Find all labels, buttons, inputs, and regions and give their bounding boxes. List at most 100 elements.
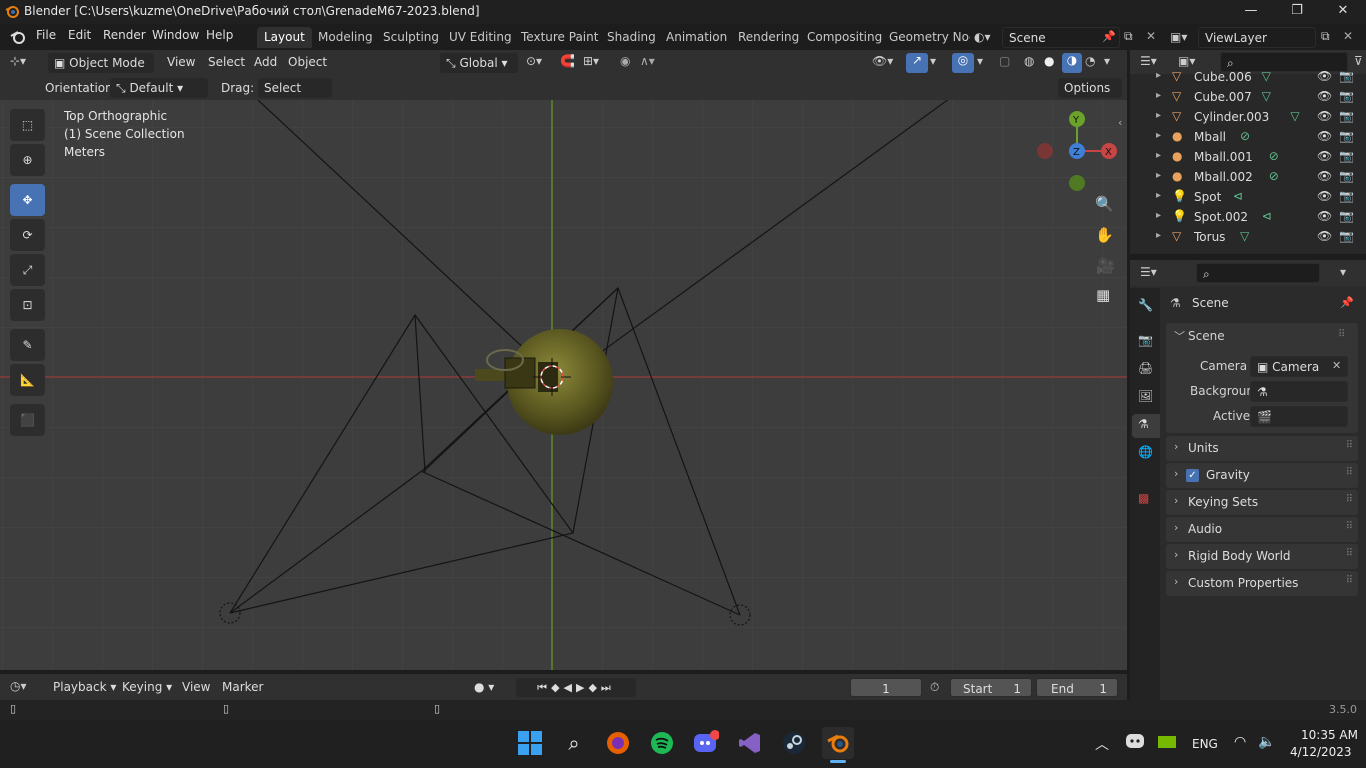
cursor-tool[interactable]: ⊕	[10, 144, 45, 176]
expand-arrow-icon[interactable]: ▸	[1156, 170, 1161, 181]
eye-icon[interactable]: 👁	[1317, 109, 1332, 123]
scene-panel-title[interactable]: Scene	[1188, 329, 1225, 343]
xray-toggle-icon[interactable]: ▢	[999, 54, 1010, 68]
gizmo-toggle-icon[interactable]: ↗	[906, 53, 928, 73]
meta-data-icon[interactable]: ⊘	[1240, 129, 1250, 143]
light-data-icon[interactable]: ⊲	[1262, 209, 1272, 223]
viewport-menu-view[interactable]: View	[167, 55, 195, 69]
camera-render-icon[interactable]: 📷	[1339, 149, 1354, 163]
eye-icon[interactable]: 👁	[1317, 149, 1332, 163]
expand-arrow-icon[interactable]: ▸	[1156, 190, 1161, 201]
auto-keying-icon[interactable]: ● ▾	[474, 680, 494, 694]
expand-arrow-icon[interactable]: ▸	[1156, 230, 1161, 241]
minimize-button[interactable]: —	[1228, 0, 1274, 24]
meta-data-icon[interactable]: ⊘	[1269, 149, 1279, 163]
viewlayer-name-field[interactable]: ViewLayer	[1198, 27, 1316, 48]
outliner-editor-icon[interactable]: ☰▾	[1140, 54, 1157, 68]
start-frame-field[interactable]: Start 1	[950, 678, 1032, 697]
tab-texture-paint[interactable]: Texture Paint	[514, 27, 605, 48]
eye-icon[interactable]: 👁	[1317, 69, 1332, 83]
clear-camera-icon[interactable]: ✕	[1332, 359, 1341, 372]
tab-sculpting[interactable]: Sculpting	[376, 27, 446, 48]
outliner-row[interactable]: ▸ ▽ Cube.007 ▽ 👁 📷	[1130, 87, 1366, 107]
language-indicator[interactable]: ENG	[1192, 737, 1218, 751]
expand-arrow-icon[interactable]: ▸	[1156, 110, 1161, 121]
editor-type-icon[interactable]: ⊹▾	[10, 54, 26, 68]
tab-modeling[interactable]: Modeling	[311, 27, 380, 48]
mode-dropdown[interactable]: ▣ Object Mode ▾	[48, 53, 154, 90]
drag-dropdown[interactable]: Select Box▾	[258, 78, 332, 115]
current-frame-field[interactable]: 1	[850, 678, 922, 697]
menu-file[interactable]: File	[36, 28, 56, 42]
output-tab-icon[interactable]: 🖨	[1138, 361, 1153, 375]
eye-icon[interactable]: 👁	[1317, 89, 1332, 103]
expand-arrow-icon[interactable]: ▸	[1156, 150, 1161, 161]
camera-view-icon[interactable]: 🎥	[1096, 257, 1115, 275]
scene-tab-icon[interactable]: ⚗	[1132, 414, 1160, 438]
shading-material-icon[interactable]: ◑	[1062, 53, 1082, 73]
outliner-row[interactable]: ▸ ▽ Torus ▽ 👁 📷	[1130, 227, 1366, 247]
display-mode-icon[interactable]: ▣▾	[1178, 54, 1195, 68]
windows-start-icon[interactable]	[514, 727, 546, 759]
outliner-row[interactable]: ▸ ● Mball.002 ⊘ 👁 📷	[1130, 167, 1366, 187]
properties-editor-icon[interactable]: ☰▾	[1140, 265, 1157, 279]
clock-time[interactable]: 10:35 AM	[1290, 728, 1358, 742]
outliner-row[interactable]: ▸ ▽ Cube.006 ▽ 👁 📷	[1130, 67, 1366, 87]
select-box-tool[interactable]: ⬚	[10, 109, 45, 141]
rotate-tool[interactable]: ⟳	[10, 219, 45, 251]
shading-dropdown-icon[interactable]: ▾	[1104, 54, 1110, 68]
scale-tool[interactable]: ⤢	[10, 254, 45, 286]
3d-viewport[interactable]: Top Orthographic (1) Scene Collection Me…	[0, 100, 1127, 670]
eye-icon[interactable]: 👁	[1317, 209, 1332, 223]
menu-render[interactable]: Render	[103, 28, 146, 42]
eye-icon[interactable]: 👁	[1317, 229, 1332, 243]
gravity-panel[interactable]: › ✓ Gravity ⠿	[1166, 463, 1358, 488]
audio-panel[interactable]: › Audio ⠿	[1166, 517, 1358, 542]
end-frame-field[interactable]: End 1	[1036, 678, 1118, 697]
tool-tab-icon[interactable]: 🔧	[1138, 298, 1153, 312]
menu-help[interactable]: Help	[206, 28, 233, 42]
pin-icon[interactable]: 📌	[1102, 30, 1116, 43]
properties-options-icon[interactable]: ▾	[1340, 265, 1346, 279]
viewport-menu-object[interactable]: Object	[288, 55, 327, 69]
outliner-item-label[interactable]: Spot	[1194, 190, 1221, 204]
clock-date[interactable]: 4/12/2023	[1290, 745, 1352, 759]
tab-rendering[interactable]: Rendering	[731, 27, 806, 48]
gizmo-dropdown-icon[interactable]: ▾	[930, 54, 936, 68]
texture-tab-icon[interactable]: ▩	[1138, 491, 1149, 505]
stopwatch-icon[interactable]: ⏱	[930, 680, 939, 695]
expand-arrow-icon[interactable]: ▸	[1156, 130, 1161, 141]
background-scene-field[interactable]: ⚗	[1250, 381, 1348, 402]
outliner-row[interactable]: ▸ ● Mball.001 ⊘ 👁 📷	[1130, 147, 1366, 167]
transform-orientation-dropdown[interactable]: ⤡ Global ▾	[440, 53, 518, 73]
light-data-icon[interactable]: ⊲	[1233, 189, 1243, 203]
camera-render-icon[interactable]: 📷	[1339, 229, 1354, 243]
new-scene-icon[interactable]: ⧉	[1124, 29, 1133, 44]
chevron-down-icon[interactable]: ﹀	[1174, 328, 1185, 344]
camera-render-icon[interactable]: 📷	[1339, 69, 1354, 83]
mesh-data-icon[interactable]: ▽	[1240, 229, 1249, 243]
eye-icon[interactable]: 👁	[1317, 129, 1332, 143]
eye-icon[interactable]: 👁	[1317, 189, 1332, 203]
tab-uv-editing[interactable]: UV Editing	[442, 27, 519, 48]
custom-properties-panel[interactable]: › Custom Properties ⠿	[1166, 571, 1358, 596]
blender-taskbar-icon[interactable]	[822, 727, 854, 759]
timeline-marker-menu[interactable]: Marker	[222, 680, 263, 694]
expand-arrow-icon[interactable]: ▸	[1156, 90, 1161, 101]
overlays-dropdown-icon[interactable]: ▾	[977, 54, 983, 68]
proportional-edit-icon[interactable]: ◉	[620, 54, 630, 68]
delete-viewlayer-icon[interactable]: ✕	[1343, 29, 1353, 43]
camera-render-icon[interactable]: 📷	[1339, 189, 1354, 203]
outliner-row[interactable]: ▸ 💡 Spot.002 ⊲ 👁 📷	[1130, 207, 1366, 227]
timeline-view-menu[interactable]: View	[182, 680, 210, 694]
measure-tool[interactable]: 📐	[10, 364, 45, 396]
scene-browse-icon[interactable]: ◐▾	[974, 27, 1000, 47]
keying-sets-panel[interactable]: › Keying Sets ⠿	[1166, 490, 1358, 515]
outliner-item-label[interactable]: Cube.006	[1194, 70, 1252, 84]
transform-tool[interactable]: ⊡	[10, 289, 45, 321]
outliner-row[interactable]: ▸ ● Mball ⊘ 👁 📷	[1130, 127, 1366, 147]
shading-wireframe-icon[interactable]: ◍	[1024, 54, 1034, 68]
mesh-data-icon[interactable]: ▽	[1262, 89, 1271, 103]
meta-data-icon[interactable]: ⊘	[1269, 169, 1279, 183]
camera-render-icon[interactable]: 📷	[1339, 169, 1354, 183]
